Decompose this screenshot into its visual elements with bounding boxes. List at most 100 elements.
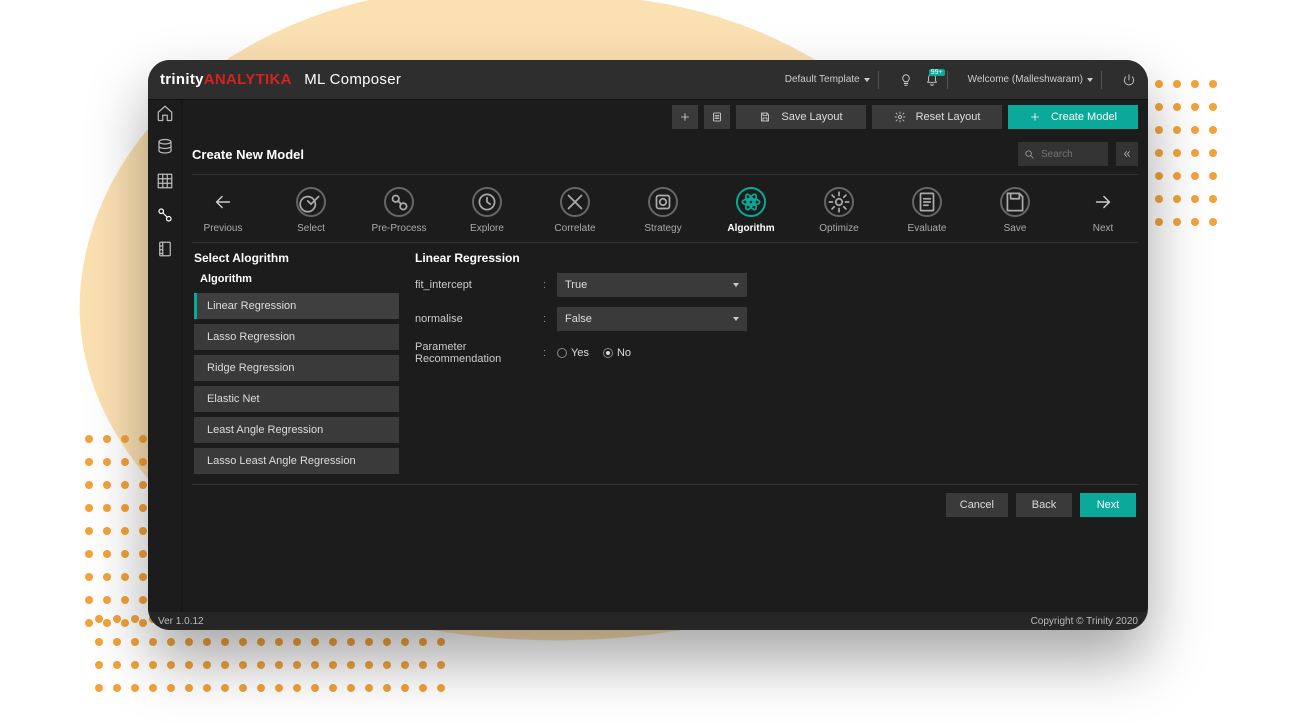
power-icon[interactable] bbox=[1122, 73, 1136, 87]
search-box[interactable] bbox=[1018, 142, 1108, 166]
algo-item[interactable]: Elastic Net bbox=[194, 386, 399, 412]
step-label: Evaluate bbox=[908, 223, 947, 234]
list-button[interactable] bbox=[704, 105, 730, 129]
app-frame: trinityANALYTIKA ML Composer Default Tem… bbox=[148, 60, 1148, 630]
radio-label: No bbox=[617, 347, 631, 359]
step-label: Strategy bbox=[644, 223, 681, 234]
decor-dots-left: for(let r=0;r<9;r++){document.write('<di… bbox=[80, 430, 152, 637]
reset-layout-label: Reset Layout bbox=[916, 111, 981, 123]
radio-icon bbox=[557, 348, 567, 358]
footer-actions: Cancel Back Next bbox=[182, 485, 1148, 525]
save-layout-button[interactable]: Save Layout bbox=[736, 105, 866, 129]
database-icon[interactable] bbox=[156, 138, 174, 156]
algorithm-list: Linear Regression Lasso Regression Ridge R… bbox=[194, 293, 399, 474]
add-button[interactable] bbox=[672, 105, 698, 129]
left-title: Select Alogrithm bbox=[194, 251, 399, 265]
param-label: normalise bbox=[415, 313, 535, 325]
collapse-button[interactable] bbox=[1116, 142, 1138, 166]
left-subtitle: Algorithm bbox=[200, 273, 399, 285]
cancel-button[interactable]: Cancel bbox=[946, 493, 1008, 517]
toolbar: Save Layout Reset Layout Create Model bbox=[182, 100, 1148, 134]
lightbulb-icon[interactable] bbox=[899, 73, 913, 87]
radio-icon bbox=[603, 348, 613, 358]
step-label: Save bbox=[1004, 223, 1027, 234]
algo-item[interactable]: Lasso Regression bbox=[194, 324, 399, 350]
step-icon bbox=[738, 189, 764, 215]
param-label: fit_intercept bbox=[415, 279, 535, 291]
step-label: Explore bbox=[470, 223, 504, 234]
page-title: Create New Model bbox=[192, 147, 1010, 162]
home-icon[interactable] bbox=[156, 104, 174, 122]
search-icon bbox=[1024, 149, 1035, 160]
sidenav bbox=[148, 100, 182, 612]
divider bbox=[878, 71, 879, 89]
template-label: Default Template bbox=[785, 74, 860, 85]
next-button[interactable]: Next bbox=[1080, 493, 1136, 517]
list-icon bbox=[711, 111, 723, 123]
create-model-label: Create Model bbox=[1051, 111, 1117, 123]
template-dropdown[interactable]: Default Template bbox=[785, 74, 870, 85]
algo-item[interactable]: Linear Regression bbox=[194, 293, 399, 319]
step-strategy[interactable]: Strategy bbox=[634, 187, 692, 234]
save-layout-label: Save Layout bbox=[781, 111, 842, 123]
version-label: Ver 1.0.12 bbox=[158, 616, 204, 627]
notify-badge: 99+ bbox=[929, 69, 945, 76]
gear-icon bbox=[894, 111, 906, 123]
save-icon bbox=[759, 111, 771, 123]
step-label: Pre-Process bbox=[371, 223, 426, 234]
statusbar: Ver 1.0.12 Copyright © Trinity 2020 bbox=[148, 612, 1148, 630]
step-pre-process[interactable]: Pre-Process bbox=[370, 187, 428, 234]
step-label: Algorithm bbox=[727, 223, 774, 234]
step-select[interactable]: Select bbox=[282, 187, 340, 234]
app-body: Save Layout Reset Layout Create Model Cr… bbox=[148, 100, 1148, 612]
chevron-left-icon bbox=[1122, 149, 1132, 159]
normalise-select[interactable]: False bbox=[557, 307, 747, 331]
model-icon[interactable] bbox=[156, 206, 174, 224]
notifications-icon[interactable]: 99+ bbox=[925, 73, 939, 87]
user-menu[interactable]: Welcome (Malleshwaram) bbox=[968, 74, 1093, 85]
search-input[interactable] bbox=[1041, 149, 1096, 160]
step-icon bbox=[1002, 189, 1028, 215]
chevron-down-icon bbox=[733, 317, 739, 321]
algorithm-params-panel: Linear Regression fit_intercept : True n… bbox=[415, 247, 1136, 474]
algo-item[interactable]: Ridge Regression bbox=[194, 355, 399, 381]
algo-item[interactable]: Lasso Least Angle Regression bbox=[194, 448, 399, 474]
divider bbox=[947, 71, 948, 89]
create-model-button[interactable]: Create Model bbox=[1008, 105, 1138, 129]
stepper-next[interactable]: Next bbox=[1074, 187, 1132, 234]
recommendation-radio-no[interactable]: No bbox=[603, 347, 631, 359]
fit-intercept-select[interactable]: True bbox=[557, 273, 747, 297]
arrow-right-icon bbox=[1092, 191, 1114, 213]
select-value: True bbox=[565, 279, 587, 291]
step-icon bbox=[298, 189, 324, 215]
decor-dots-top: for(let r=0;r<7;r++){document.write('<di… bbox=[1150, 75, 1222, 236]
step-algorithm[interactable]: Algorithm bbox=[722, 187, 780, 234]
back-button[interactable]: Back bbox=[1016, 493, 1072, 517]
app-logo: trinityANALYTIKA ML Composer bbox=[160, 71, 401, 88]
chevron-down-icon bbox=[733, 283, 739, 287]
notebook-icon[interactable] bbox=[156, 240, 174, 258]
reset-layout-button[interactable]: Reset Layout bbox=[872, 105, 1002, 129]
grid-icon[interactable] bbox=[156, 172, 174, 190]
arrow-left-icon bbox=[212, 191, 234, 213]
step-evaluate[interactable]: Evaluate bbox=[898, 187, 956, 234]
plus-icon bbox=[679, 111, 691, 123]
step-icon bbox=[474, 189, 500, 215]
step-correlate[interactable]: Correlate bbox=[546, 187, 604, 234]
step-icon bbox=[562, 189, 588, 215]
step-explore[interactable]: Explore bbox=[458, 187, 516, 234]
step-label: Correlate bbox=[554, 223, 595, 234]
stepper-prev[interactable]: Previous bbox=[194, 187, 252, 234]
content-area: Select Alogrithm Algorithm Linear Regres… bbox=[182, 243, 1148, 484]
param-label: Parameter Recommendation bbox=[415, 341, 535, 365]
recommendation-radio-yes[interactable]: Yes bbox=[557, 347, 589, 359]
step-save[interactable]: Save bbox=[986, 187, 1044, 234]
param-recommendation: Parameter Recommendation : YesNo bbox=[415, 341, 1136, 365]
step-optimize[interactable]: Optimize bbox=[810, 187, 868, 234]
step-label: Optimize bbox=[819, 223, 858, 234]
step-icon bbox=[386, 189, 412, 215]
chevron-down-icon bbox=[864, 78, 870, 82]
step-icon bbox=[914, 189, 940, 215]
logo-part2: ANALYTIKA bbox=[204, 71, 292, 88]
algo-item[interactable]: Least Angle Regression bbox=[194, 417, 399, 443]
